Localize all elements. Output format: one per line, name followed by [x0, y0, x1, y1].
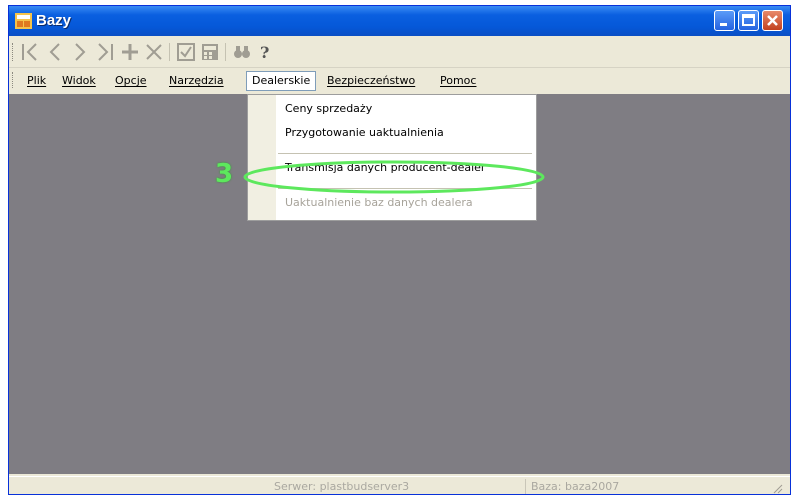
- main-window: Bazy ? Plik Widok Opcje Narzędzia Dealer…: [8, 5, 791, 495]
- menu-widok[interactable]: Widok: [62, 72, 96, 90]
- annotation-step-number: 3: [215, 159, 234, 189]
- svg-text:?: ?: [260, 43, 269, 62]
- maximize-button[interactable]: [738, 10, 759, 31]
- help-icon[interactable]: ?: [254, 41, 276, 63]
- menu-bezpieczenstwo[interactable]: Bezpieczeństwo: [327, 72, 415, 90]
- maximize-icon: [742, 14, 755, 26]
- delete-record-icon[interactable]: [143, 41, 165, 63]
- add-record-icon[interactable]: [119, 41, 141, 63]
- window-title: Bazy: [36, 12, 72, 29]
- menu-item-przygotowanie-uaktualnienia[interactable]: Przygotowanie uaktualnienia: [285, 126, 444, 139]
- close-button[interactable]: [762, 10, 783, 31]
- close-icon: [767, 15, 778, 26]
- highlight-ellipse: [243, 160, 545, 194]
- previous-record-icon[interactable]: [44, 41, 66, 63]
- menu-item-uaktualnienie-baz: Uaktualnienie baz danych dealera: [285, 196, 473, 209]
- toolbar-grip[interactable]: [12, 43, 16, 61]
- next-record-icon[interactable]: [69, 41, 91, 63]
- menu-dealerskie[interactable]: Dealerskie: [246, 71, 317, 91]
- minimize-button[interactable]: [714, 10, 735, 31]
- menubar-grip[interactable]: [12, 72, 16, 88]
- menu-opcje[interactable]: Opcje: [115, 72, 147, 90]
- confirm-icon[interactable]: [175, 41, 197, 63]
- menu-plik[interactable]: Plik: [27, 72, 46, 90]
- menu-bar: Plik Widok Opcje Narzędzia Dealerskie Be…: [9, 68, 790, 94]
- binoculars-search-icon[interactable]: [231, 41, 253, 63]
- resize-grip-icon[interactable]: [771, 482, 783, 494]
- title-bar[interactable]: Bazy: [9, 6, 790, 36]
- menu-narzedzia[interactable]: Narzędzia: [169, 72, 224, 90]
- status-database: Baza: baza2007: [531, 480, 620, 493]
- minimize-icon: [720, 23, 727, 26]
- calculator-icon[interactable]: [199, 41, 221, 63]
- toolbar: ?: [9, 37, 790, 68]
- status-server: Serwer: plastbudserver3: [274, 480, 410, 493]
- status-bar: Serwer: plastbudserver3 Baza: baza2007: [9, 476, 790, 494]
- toolbar-separator: [225, 43, 229, 61]
- menu-item-ceny-sprzedazy[interactable]: Ceny sprzedaży: [285, 102, 372, 115]
- status-divider: [525, 479, 526, 494]
- toolbar-separator: [169, 43, 173, 61]
- app-window-icon: [15, 13, 32, 29]
- menu-separator: [278, 153, 532, 154]
- first-record-icon[interactable]: [19, 41, 41, 63]
- menu-pomoc[interactable]: Pomoc: [440, 72, 476, 90]
- last-record-icon[interactable]: [94, 41, 116, 63]
